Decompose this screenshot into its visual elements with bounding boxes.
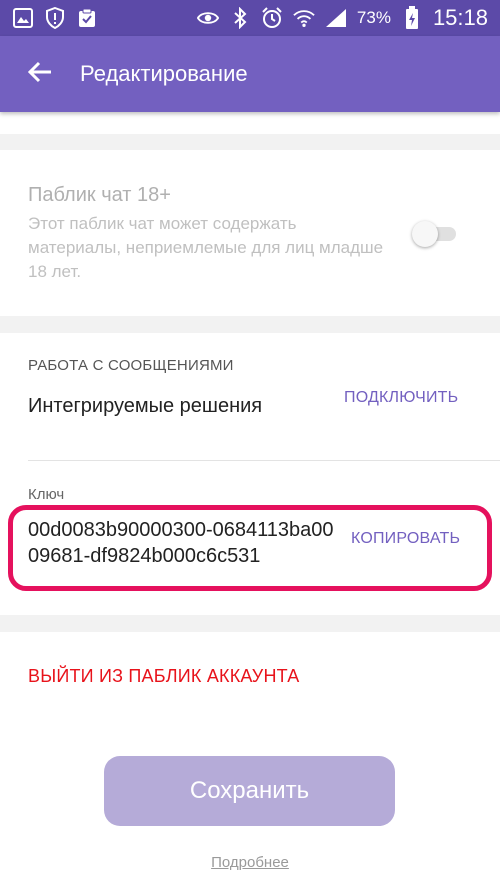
divider [28, 460, 500, 461]
status-bar-left [12, 7, 98, 29]
adult-content-toggle[interactable] [412, 221, 456, 247]
key-label: Ключ [28, 486, 65, 503]
public-chat-description: Этот паблик чат может содержать материал… [28, 214, 384, 281]
toggle-thumb [412, 221, 438, 247]
messages-section-header: РАБОТА С СООБЩЕНИЯМИ [28, 357, 234, 374]
save-button[interactable]: Сохранить [104, 756, 395, 826]
logout-public-account-button[interactable]: ВЫЙТИ ИЗ ПАБЛИК АККАУНТА [28, 666, 299, 687]
page-title: Редактирование [80, 61, 248, 86]
back-button[interactable] [0, 36, 80, 112]
top-section [0, 112, 500, 134]
more-info-link[interactable]: Подробнее [0, 854, 500, 871]
battery-icon [401, 6, 423, 29]
status-bar: 73% 15:18 [0, 0, 500, 36]
arrow-back-icon [27, 61, 53, 88]
clipboard-icon [76, 7, 98, 29]
shield-alert-icon [44, 7, 66, 29]
clock-time: 15:18 [432, 5, 488, 30]
connect-button[interactable]: ПОДКЛЮЧИТЬ [344, 389, 458, 407]
signal-icon [325, 7, 347, 29]
public-chat-section: Паблик чат 18+ Этот паблик чат может сод… [0, 150, 500, 316]
app-bar: Редактирование [0, 36, 500, 112]
eye-icon [196, 7, 219, 29]
battery-percent: 73% [356, 8, 391, 27]
integrations-label: Интегрируемые решения [28, 395, 263, 417]
messages-section: РАБОТА С СООБЩЕНИЯМИ Интегрируемые решен… [0, 333, 500, 615]
key-value: 00d0083b90000300-0684113ba0009681-df9824… [28, 519, 334, 567]
bluetooth-icon [229, 7, 251, 29]
public-chat-title: Паблик чат 18+ [28, 184, 171, 206]
copy-button[interactable]: КОПИРОВАТЬ [351, 530, 460, 548]
gallery-icon [12, 7, 34, 29]
wifi-icon [293, 7, 315, 29]
alarm-icon [261, 7, 283, 29]
actions-section: ВЫЙТИ ИЗ ПАБЛИК АККАУНТА Сохранить Подро… [0, 632, 500, 889]
status-bar-right: 73% 15:18 [196, 5, 488, 31]
